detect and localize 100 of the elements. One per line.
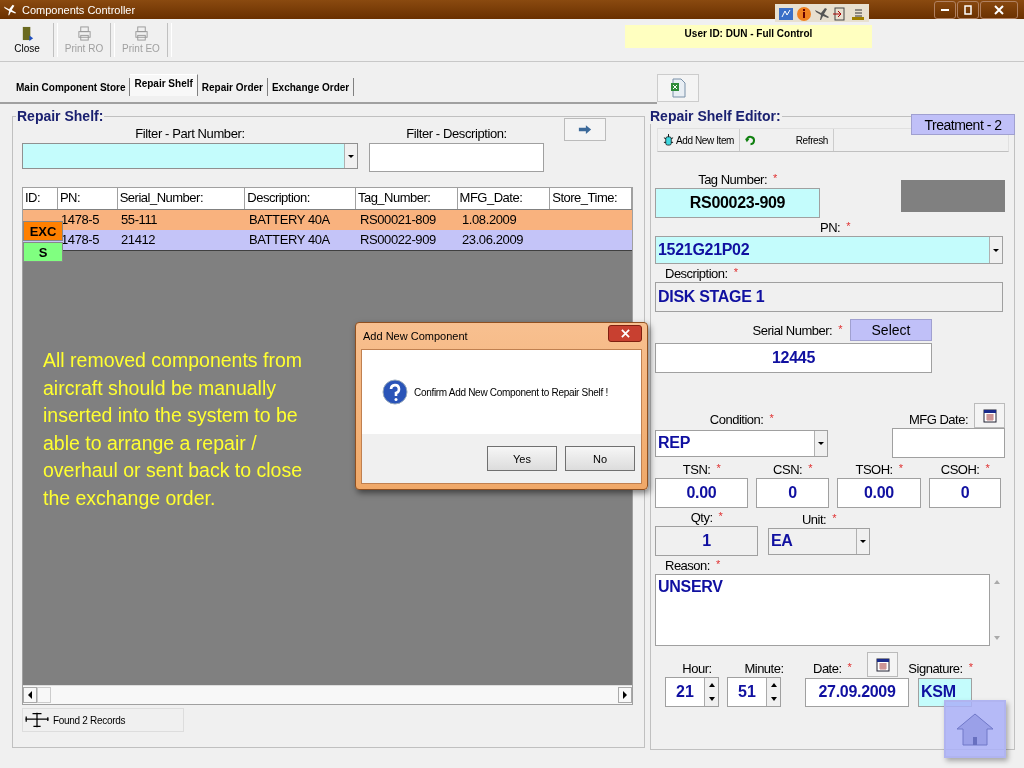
maximize-button[interactable] <box>957 0 979 19</box>
panel-title: Repair Shelf: <box>16 108 105 124</box>
condition-field[interactable]: REP <box>655 429 828 457</box>
field-label: Description: * <box>664 265 739 282</box>
column-header[interactable]: ID: <box>23 188 58 209</box>
exit-icon[interactable] <box>832 5 848 22</box>
field-label: Qty: * <box>689 509 724 526</box>
field-label: Tag Number: * <box>697 171 778 188</box>
printer-icon <box>133 26 149 41</box>
calendar-button[interactable] <box>867 652 899 677</box>
dialog-button[interactable]: No <box>565 446 635 471</box>
date-field[interactable]: 27.09.2009 <box>805 677 909 707</box>
unit-field[interactable]: EA <box>768 527 870 555</box>
up-icon <box>770 683 777 687</box>
dialog-message: Confirm Add New Component to Repair Shelf ! <box>414 386 608 398</box>
record-count: Found 2 Records <box>53 714 126 726</box>
field-label: CSOH: * <box>939 461 991 478</box>
table-cell-text: RS00022-909 <box>359 231 437 249</box>
reason-field[interactable]: UNSERV <box>655 574 990 646</box>
refresh-button[interactable]: Refresh <box>740 129 834 151</box>
field-label: Signature: * <box>908 660 973 677</box>
filter-label: Filter - Part Number: <box>134 125 246 143</box>
annotation-text: All removed components from aircraft should be manually inserted into the system to be able to arrange a repair / overhaul or sent back to close the exchange order. <box>43 348 304 511</box>
tag-number-field[interactable]: RS00023-909 <box>655 188 820 218</box>
field-label: Hour: <box>681 660 713 677</box>
column-header[interactable]: MFG_Date: <box>457 188 551 209</box>
part-number-field[interactable]: 1521G21P02 <box>655 236 1003 264</box>
column-header[interactable]: Store_Time: <box>550 188 632 209</box>
dropdown-icon <box>993 248 999 252</box>
dialog-title: Add New Component <box>363 330 468 342</box>
bug-icon <box>663 133 674 147</box>
scroll-down-icon <box>994 636 1000 640</box>
field-label: PN: * <box>819 219 852 236</box>
column-header[interactable]: Serial_Number: <box>117 188 246 209</box>
calendar-icon <box>982 408 997 423</box>
table-cell-text: BATTERY 40A <box>248 231 331 249</box>
serial-number-field[interactable]: 12445 <box>655 343 932 373</box>
scroll-right-icon <box>623 691 627 699</box>
close-icon <box>994 4 1004 15</box>
close-button[interactable] <box>980 0 1018 19</box>
dialog-button[interactable]: Yes <box>487 446 557 471</box>
info-icon[interactable] <box>796 5 812 22</box>
arrow-icon <box>578 125 592 134</box>
status-badge: S <box>23 242 63 262</box>
user-status: User ID: DUN - Full Control <box>625 24 872 48</box>
excel-export-button[interactable] <box>657 74 699 102</box>
plane-icon <box>23 711 51 729</box>
minimize-button[interactable] <box>934 0 956 19</box>
column-header[interactable]: Tag_Number: <box>355 188 458 209</box>
table-cell-text: 1.08.2009 <box>461 211 518 229</box>
table-cell-text: RS00021-809 <box>359 211 437 229</box>
calendar-icon <box>875 657 890 672</box>
maximize-icon <box>963 4 973 15</box>
dropdown-icon <box>818 441 824 445</box>
counter-field[interactable]: 0.00 <box>655 478 748 508</box>
dropdown-icon <box>860 539 866 543</box>
select-button[interactable]: Select <box>850 319 932 341</box>
plane-icon[interactable] <box>814 5 830 22</box>
column-header[interactable]: PN: <box>57 188 118 209</box>
tab[interactable]: Repair Shelf <box>130 74 198 96</box>
plane-icon <box>3 2 17 17</box>
column-header[interactable]: Description: <box>245 188 356 209</box>
part-number-filter[interactable] <box>22 143 358 169</box>
calendar-button[interactable] <box>974 403 1005 428</box>
house-icon <box>955 711 995 747</box>
spreadsheet-icon <box>670 78 686 98</box>
description-filter[interactable] <box>369 143 544 172</box>
question-icon <box>382 379 408 405</box>
counter-field[interactable]: 0.00 <box>837 478 921 508</box>
field-label: TSN: * <box>681 461 722 478</box>
mfg-date-field[interactable] <box>892 428 1005 458</box>
hour-spinner[interactable]: 21 <box>665 677 719 707</box>
minimize-icon <box>941 8 949 11</box>
status-badge: EXC <box>23 221 63 241</box>
close-button[interactable] <box>608 324 642 342</box>
up-icon <box>708 683 715 687</box>
down-icon <box>708 697 715 701</box>
table-cell-text: BATTERY 40A <box>248 211 331 229</box>
treatment-button[interactable]: Treatment - 2 <box>911 114 1015 135</box>
field-label: Unit: * <box>801 510 838 528</box>
toolbar-button[interactable]: Close <box>4 21 50 59</box>
apply-filter-button[interactable] <box>564 118 606 141</box>
table-cell-text: 55-111 <box>120 211 159 229</box>
field-label: MFG Date: <box>908 411 968 428</box>
counter-field[interactable]: 0 <box>756 478 829 508</box>
horizontal-scrollbar[interactable] <box>23 685 632 704</box>
field-label: Condition: * <box>708 411 775 428</box>
minute-spinner[interactable]: 51 <box>727 677 781 707</box>
counter-field[interactable]: 0 <box>929 478 1001 508</box>
dropdown-icon <box>348 154 354 158</box>
scroll-up-icon <box>994 580 1000 584</box>
field-label: Reason: * <box>664 557 721 574</box>
down-icon <box>770 697 777 701</box>
field-label: Minute: <box>743 660 785 677</box>
refresh-icon <box>745 134 756 146</box>
quantity-field[interactable]: 1 <box>655 526 758 556</box>
window-title: Components Controller <box>22 3 136 16</box>
description-field[interactable]: DISK STAGE 1 <box>655 282 1003 312</box>
add-item-button[interactable]: Add New Item <box>658 129 740 151</box>
chart-icon[interactable] <box>778 5 794 22</box>
